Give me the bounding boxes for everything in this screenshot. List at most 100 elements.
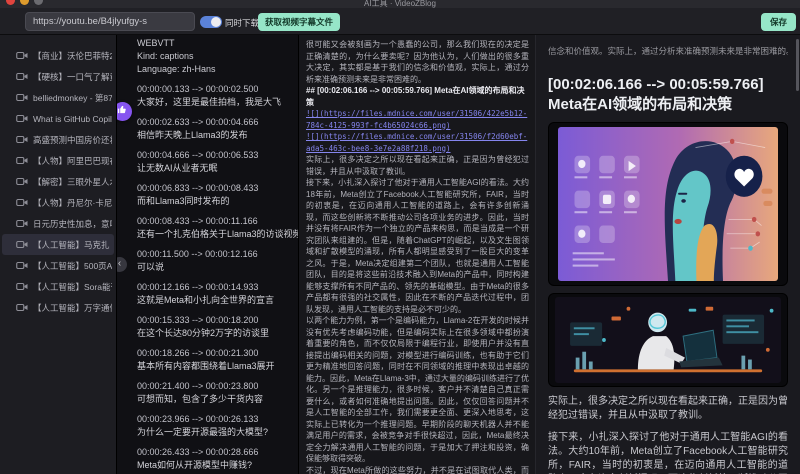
vtt-format-line: WEBVTT	[137, 37, 290, 50]
sidebar-item-label: 【人工智能】马克扎克...	[33, 239, 110, 251]
cue-text: 让无数AI从业者无眠	[137, 162, 290, 175]
window-title: AI工具 · VideoZBlog	[0, 0, 800, 8]
video-camera-icon	[16, 114, 28, 123]
sidebar-item-label: 【商业】沃伦巴菲特20...	[33, 50, 112, 62]
cue-timestamp: 00:00:08.433 --> 00:00:11.166	[137, 215, 290, 228]
cue-timestamp: 00:00:21.400 --> 00:00:23.800	[137, 380, 290, 393]
preview-image-2	[548, 293, 788, 387]
markdown-editor[interactable]: 很可能又会被刻画为一个愚蠢的公司，那么我们现在的决定是正确清楚的，为什么要卖呢？…	[298, 35, 535, 474]
preview-section-heading: [00:02:06.166 --> 00:05:59.766] Meta在AI领…	[548, 75, 788, 115]
editor-segment[interactable]: 以两个能力为例，第一个是编码能力，Llama-2在开发的时候并没有优先考虑编码功…	[306, 315, 529, 465]
preview-image-1	[548, 122, 788, 286]
sidebar-item-label: 【人物】丹尼尔·卡尼曼 ...	[33, 197, 112, 209]
transcript-cue[interactable]: 00:00:00.133 --> 00:00:02.500 大家好，这里是最佳拍…	[137, 83, 290, 109]
cue-text: 还有一个扎克伯格关于Llama3的访谈视频	[137, 228, 290, 241]
video-camera-icon	[16, 219, 28, 228]
floating-action-button[interactable]	[116, 102, 132, 121]
sidebar-item-label: 【解密】三眼外星人木...	[33, 176, 112, 188]
editor-segment[interactable]: 接下来，小扎深入探讨了他对于通用人工智能AGI的看法。大约18年前，Meta创立…	[306, 177, 529, 315]
sidebar-video-item[interactable]: 【人工智能】马克扎克...	[2, 234, 114, 255]
save-button[interactable]: 保存	[761, 13, 796, 31]
editor-segment[interactable]: ![](https://files.mdnice.com/user/31506/…	[306, 131, 529, 154]
sidebar-video-item[interactable]: 【人工智能】Sora能否...	[0, 276, 116, 297]
sidebar-video-item[interactable]: 【人物】阿里巴巴现在...	[0, 150, 116, 171]
main-content: 【商业】沃伦巴菲特20... 【硬核】一口气了解黄... belliedmonk…	[0, 35, 800, 474]
transcript-cue[interactable]: 00:00:12.166 --> 00:00:14.933 这就是Meta和小扎…	[137, 281, 290, 307]
sidebar-item-label: What is GitHub Copilot...	[33, 114, 112, 124]
toggle-knob-icon	[211, 17, 221, 27]
sidebar-video-item[interactable]: 【人工智能】500页AI能...	[0, 255, 116, 276]
cue-timestamp: 00:00:04.666 --> 00:00:06.533	[137, 149, 290, 162]
cue-text: Meta如何从开源模型中赚钱?	[137, 459, 290, 472]
titlebar: AI工具 · VideoZBlog	[0, 0, 800, 8]
transcript-cue[interactable]: 00:00:26.433 --> 00:00:28.666 Meta如何从开源模…	[137, 446, 290, 472]
sidebar-video-item[interactable]: What is GitHub Copilot...	[0, 108, 116, 129]
fetch-subtitles-button[interactable]: 获取视频字幕文件	[258, 13, 340, 31]
sidebar-video-item[interactable]: 高盛预测中国房价还将...	[0, 129, 116, 150]
transcript-cue[interactable]: 00:00:06.833 --> 00:00:08.433 而和Llama3同时…	[137, 182, 290, 208]
cue-text: 而和Llama3同时发布的	[137, 195, 290, 208]
sidebar-video-item[interactable]: 【人工智能】万字通俗...	[0, 297, 116, 318]
preview-scrollbar[interactable]	[796, 39, 799, 91]
video-camera-icon	[16, 156, 28, 165]
cue-text: 可想而知，包含了多少干货内容	[137, 393, 290, 406]
video-camera-icon	[16, 282, 28, 291]
video-camera-icon	[16, 261, 28, 270]
editor-segment[interactable]: 很可能又会被刻画为一个愚蠢的公司，那么我们现在的决定是正确清楚的，为什么要卖呢？…	[306, 39, 529, 85]
cue-text: 大家好，这里是最佳拍档，我是大飞	[137, 96, 290, 109]
transcript-cue[interactable]: 00:00:04.666 --> 00:00:06.533 让无数AI从业者无眠	[137, 149, 290, 175]
cue-text: 这就是Meta和小扎向全世界的宣言	[137, 294, 290, 307]
video-camera-icon	[16, 303, 28, 312]
sidebar-item-label: 日元历史性加息，意味...	[33, 218, 112, 230]
cue-timestamp: 00:00:00.133 --> 00:00:02.500	[137, 83, 290, 96]
editor-segment[interactable]: 实际上，很多决定之所以现在看起来正确，正是因为曾经犯过错误，并且从中汲取了教训。	[306, 154, 529, 177]
video-camera-icon	[16, 93, 28, 102]
sidebar-item-label: 【人工智能】500页AI能...	[33, 260, 112, 272]
video-camera-icon	[16, 240, 28, 249]
cue-timestamp: 00:00:12.166 --> 00:00:14.933	[137, 281, 290, 294]
editor-segment[interactable]: 不过，现在Meta所做的这些努力，并不是在试图取代人类，而是希望通过这些工具，赋…	[306, 465, 529, 474]
sidebar-video-item[interactable]: 【解密】三眼外星人木...	[0, 171, 116, 192]
sidebar-video-item[interactable]: 【人物】丹尼尔·卡尼曼 ...	[0, 192, 116, 213]
cyborg-laptop-illustration	[555, 297, 781, 383]
preview-paragraph-1: 实际上，很多决定之所以现在看起来正确，正是因为曾经犯过错误，并且从中汲取了教训。	[548, 395, 788, 423]
transcript-cue[interactable]: 00:00:21.400 --> 00:00:23.800 可想而知，包含了多少…	[137, 380, 290, 406]
transcript-cue[interactable]: 00:00:15.333 --> 00:00:18.200 在这个长达80分钟2…	[137, 314, 290, 340]
editor-segment[interactable]: ## [00:02:06.166 --> 00:05:59.766] Meta在…	[306, 85, 529, 108]
sidebar-video-item[interactable]: 【商业】沃伦巴菲特20...	[0, 45, 116, 66]
cue-timestamp: 00:00:23.966 --> 00:00:26.133	[137, 413, 290, 426]
sidebar-video-item[interactable]: 日元历史性加息，意味...	[0, 213, 116, 234]
sidebar-item-label: 【人工智能】Sora能否...	[33, 281, 112, 293]
vtt-kind-line: Kind: captions	[137, 50, 290, 63]
download-video-toggle[interactable]	[200, 16, 222, 28]
cue-timestamp: 00:00:06.833 --> 00:00:08.433	[137, 182, 290, 195]
cue-timestamp: 00:00:26.433 --> 00:00:28.666	[137, 446, 290, 459]
transcript-cue[interactable]: 00:00:11.500 --> 00:00:12.166 可以说	[137, 248, 290, 274]
transcript-panel[interactable]: WEBVTT Kind: captions Language: zh-Hans …	[116, 35, 298, 474]
sidebar-item-label: 【人工智能】万字通俗...	[33, 302, 112, 314]
video-camera-icon	[16, 198, 28, 207]
sidebar-video-item[interactable]: 【硬核】一口气了解黄...	[0, 66, 116, 87]
video-url-input[interactable]	[25, 12, 195, 31]
video-list-sidebar: 【商业】沃伦巴菲特20... 【硬核】一口气了解黄... belliedmonk…	[0, 35, 116, 474]
sidebar-item-label: belliedmonkey - 第87...	[33, 92, 112, 104]
markdown-preview[interactable]: 信念和价值观。实际上，通过分析来准确预测未来是非常困难的。 [00:02:06.…	[535, 35, 800, 474]
collapse-panel-button[interactable]: ‹	[116, 257, 127, 272]
cue-timestamp: 00:00:18.266 --> 00:00:21.300	[137, 347, 290, 360]
transcript-cue[interactable]: 00:00:02.633 --> 00:00:04.666 相信昨天晚上Llam…	[137, 116, 290, 142]
chevron-left-icon: ‹	[118, 258, 121, 269]
preview-paragraph-2: 接下来，小扎深入探讨了他对于通用人工智能AGI的看法。大约10年前，Meta创立…	[548, 431, 788, 474]
transcript-cue[interactable]: 00:00:18.266 --> 00:00:21.300 基本所有内容都围绕着…	[137, 347, 290, 373]
cue-text: 基本所有内容都围绕着Llama3展开	[137, 360, 290, 373]
transcript-cue[interactable]: 00:00:23.966 --> 00:00:26.133 为什么一定要开源最强…	[137, 413, 290, 439]
cue-timestamp: 00:00:15.333 --> 00:00:18.200	[137, 314, 290, 327]
cue-timestamp: 00:00:02.633 --> 00:00:04.666	[137, 116, 290, 129]
sidebar-item-label: 【人物】阿里巴巴现在...	[33, 155, 112, 167]
editor-segment[interactable]: ![](https://files.mdnice.com/user/31506/…	[306, 108, 529, 131]
transcript-cue[interactable]: 00:00:08.433 --> 00:00:11.166 还有一个扎克伯格关于…	[137, 215, 290, 241]
video-camera-icon	[16, 135, 28, 144]
profile-head-illustration	[558, 127, 778, 281]
vtt-header: WEBVTT Kind: captions Language: zh-Hans	[137, 37, 290, 76]
cue-text: 为什么一定要开源最强的大模型?	[137, 426, 290, 439]
sidebar-video-item[interactable]: belliedmonkey - 第87...	[0, 87, 116, 108]
